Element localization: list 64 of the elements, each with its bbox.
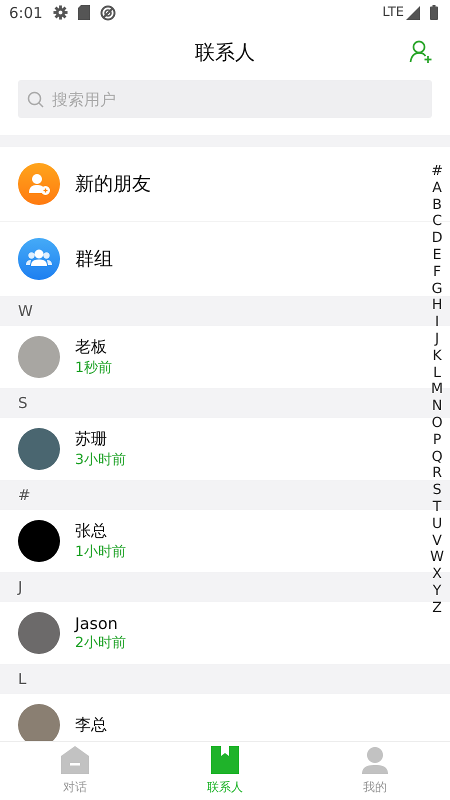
status-time: 6:01 — [9, 4, 43, 22]
last-seen-time: 1秒前 — [75, 359, 112, 377]
index-letter[interactable]: Q — [432, 448, 443, 466]
section-letter: L — [18, 670, 26, 688]
gear-icon — [52, 5, 68, 20]
house-icon — [61, 746, 89, 774]
shortcut-label: 新的朋友 — [75, 172, 151, 197]
shortcut-label: 群组 — [75, 247, 113, 272]
index-letter[interactable]: X — [432, 566, 442, 583]
index-letter[interactable]: R — [432, 465, 442, 482]
index-letter[interactable]: B — [432, 196, 442, 214]
index-letter[interactable]: S — [432, 482, 442, 499]
circle-slash-icon — [100, 4, 116, 20]
index-letter[interactable]: G — [432, 280, 442, 298]
index-letter[interactable]: V — [432, 532, 442, 550]
contact-name: 李总 — [75, 714, 107, 736]
index-letter[interactable]: N — [432, 398, 442, 415]
new-friend-icon — [18, 163, 60, 205]
index-letter[interactable]: O — [432, 414, 443, 432]
sd-card-icon — [78, 5, 90, 20]
section-letter: J — [18, 578, 22, 596]
contact-name: Jason — [75, 614, 119, 633]
index-letter[interactable]: L — [433, 364, 441, 382]
avatar-photo-placeholder — [18, 704, 60, 741]
network-type: LTE — [382, 5, 404, 20]
add-contact-icon[interactable] — [409, 40, 433, 64]
index-letter[interactable]: D — [432, 230, 442, 247]
last-seen-time: 3小时前 — [75, 451, 126, 469]
book-icon — [211, 746, 239, 774]
section-letter: W — [18, 302, 33, 320]
index-letter[interactable]: E — [432, 246, 442, 264]
index-letter[interactable]: C — [432, 213, 442, 230]
avatar-photo-placeholder — [18, 428, 60, 470]
search-icon — [27, 90, 44, 108]
last-seen-time: 1小时前 — [75, 543, 126, 561]
index-letter[interactable]: F — [433, 264, 442, 281]
avatar-photo-placeholder — [18, 520, 60, 562]
contact-name: 苏珊 — [75, 429, 108, 450]
index-letter[interactable]: # — [431, 163, 443, 180]
index-letter[interactable]: T — [432, 498, 442, 516]
section-letter: # — [18, 486, 31, 504]
index-letter[interactable]: I — [435, 314, 440, 331]
index-letter[interactable]: Y — [432, 582, 442, 600]
avatar-photo-placeholder — [18, 336, 60, 378]
contact-name: 张总 — [75, 521, 108, 542]
avatar-photo-placeholder — [18, 612, 60, 654]
index-letter[interactable]: H — [432, 297, 442, 314]
contact-name: 老板 — [75, 337, 108, 358]
index-letter[interactable]: Z — [432, 600, 442, 617]
index-letter[interactable]: U — [432, 516, 442, 533]
signal-icon — [406, 6, 420, 20]
person-icon — [361, 746, 389, 774]
section-letter: S — [18, 394, 28, 412]
group-icon — [18, 238, 60, 280]
search-field[interactable]: 搜索用户 — [18, 80, 432, 118]
index-letter[interactable]: K — [432, 348, 442, 365]
last-seen-time: 2小时前 — [75, 634, 126, 652]
index-letter[interactable]: W — [430, 549, 444, 566]
index-letter[interactable]: A — [432, 180, 442, 197]
index-letter[interactable]: P — [432, 432, 442, 449]
battery-icon — [430, 5, 438, 20]
index-letter[interactable]: J — [435, 330, 440, 348]
index-letter[interactable]: M — [431, 381, 444, 398]
page-title: 联系人 — [195, 39, 255, 66]
